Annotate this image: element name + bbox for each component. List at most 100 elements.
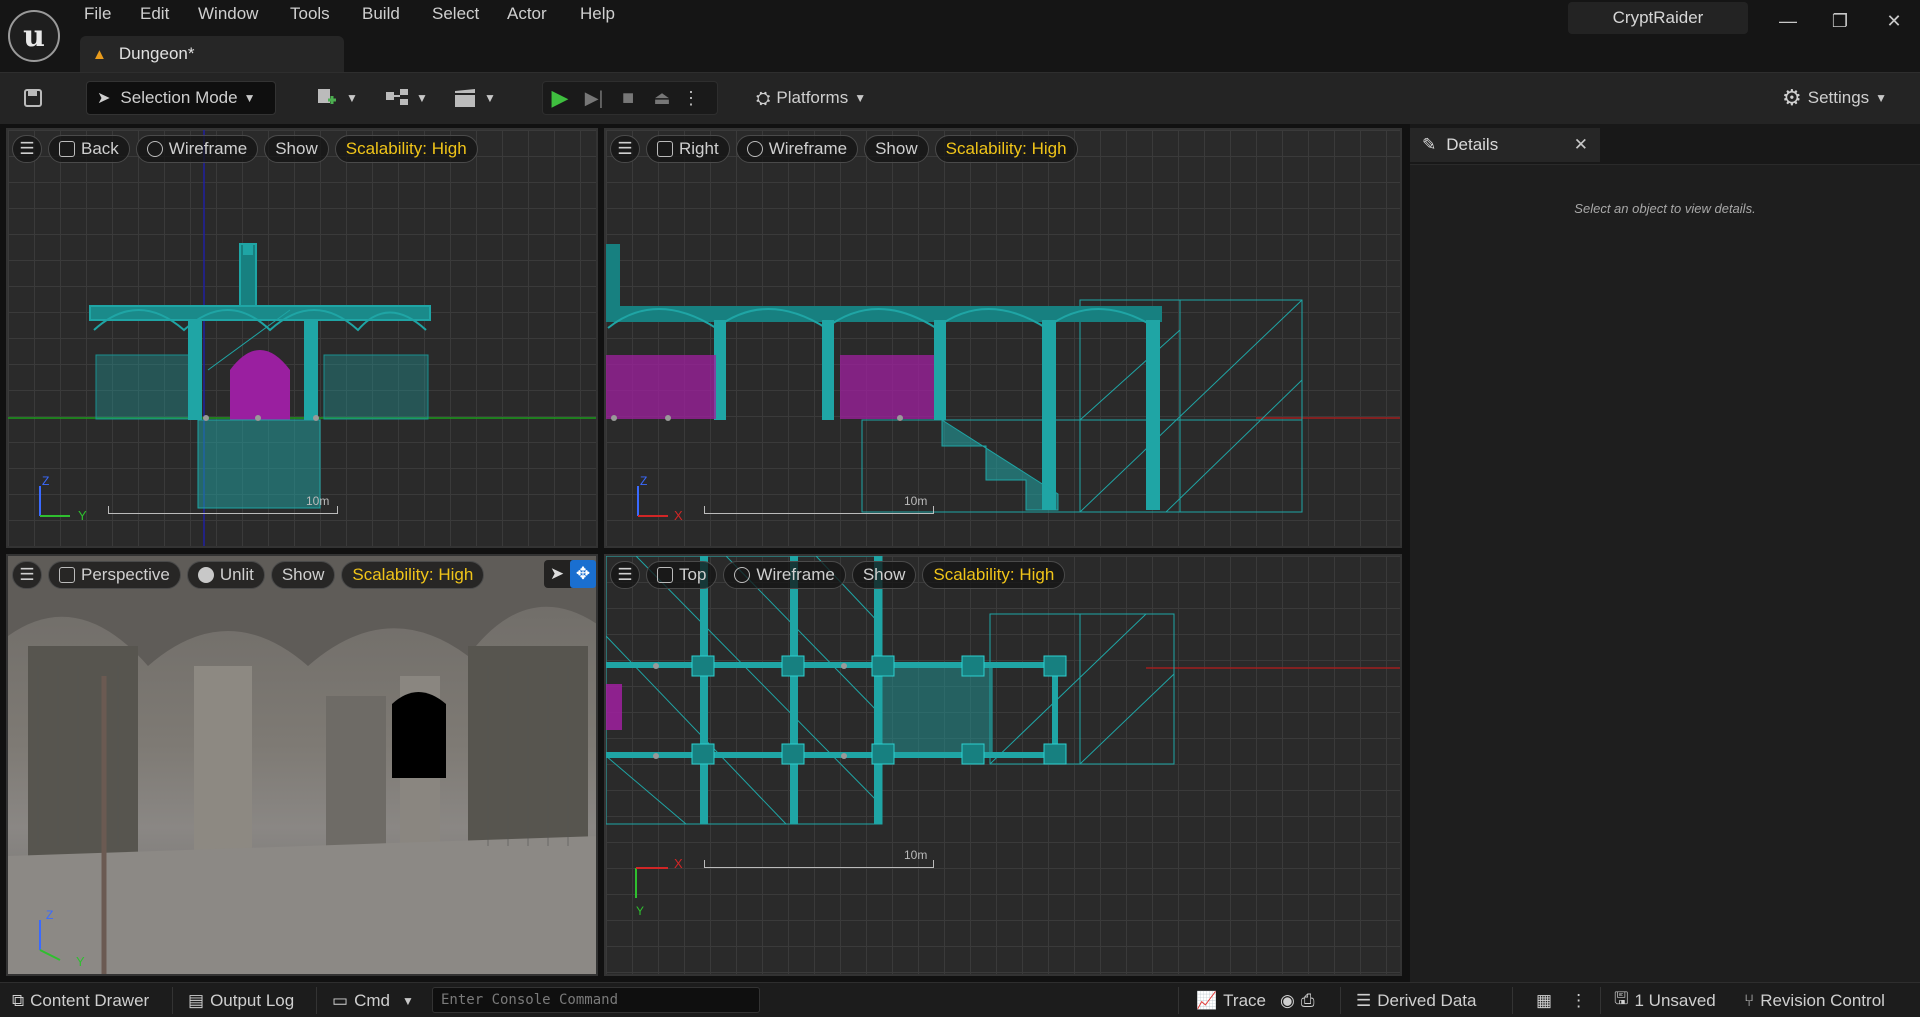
menu-file[interactable]: File	[84, 4, 111, 28]
viewport-menu-button[interactable]: ☰	[12, 561, 42, 589]
derived-data-button[interactable]: ☰ Derived Data	[1356, 985, 1476, 1016]
viewport-menu-button[interactable]: ☰	[610, 135, 640, 163]
view-type-label: Right	[679, 139, 719, 158]
add-actor-icon	[318, 89, 336, 104]
more-options-icon[interactable]: ⋮	[1570, 991, 1587, 1011]
cube-icon	[59, 567, 75, 583]
scalability-button[interactable]: Scalability: High	[934, 135, 1078, 163]
wireframe-icon	[746, 141, 763, 157]
unlit-icon	[197, 567, 214, 583]
grid-icon[interactable]: ▦	[1536, 991, 1552, 1011]
platforms-button[interactable]: ⛭ Platforms ▼	[756, 81, 886, 115]
axis-y-label: Y	[78, 508, 87, 523]
details-panel: ✎ Details ✕ Select an object to view det…	[1410, 124, 1920, 982]
back-view-drawing	[8, 130, 596, 546]
step-icon[interactable]: ▶|	[577, 88, 611, 109]
document-tab[interactable]: ▲ Dungeon*	[80, 36, 344, 72]
menu-select[interactable]: Select	[432, 4, 479, 28]
move-tool-icon[interactable]: ✥	[570, 560, 596, 588]
restore-button[interactable]: ❐	[1818, 6, 1862, 36]
divider	[316, 987, 317, 1014]
show-button[interactable]: Show	[270, 561, 336, 589]
view-type-button[interactable]: Back	[48, 135, 130, 163]
menu-edit[interactable]: Edit	[140, 4, 169, 28]
chevron-down-icon: ▼	[346, 91, 358, 105]
menu-help[interactable]: Help	[580, 4, 615, 28]
title-bar: u File Edit Window Tools Build Select Ac…	[0, 0, 1920, 72]
select-tool-icon[interactable]: ➤	[544, 560, 570, 588]
project-name[interactable]: CryptRaider	[1568, 2, 1748, 34]
unsaved-button[interactable]: 🖫 1 Unsaved	[1614, 985, 1716, 1016]
viewport-right[interactable]: ☰ Right Wireframe Show Scalability: High…	[604, 128, 1402, 548]
menu-tools[interactable]: Tools	[290, 4, 330, 28]
source-control-icons: ▦ ⋮	[1536, 985, 1587, 1016]
show-button[interactable]: Show	[851, 561, 917, 589]
unreal-logo[interactable]: u	[8, 10, 60, 62]
viewport-menu-button[interactable]: ☰	[610, 561, 640, 589]
view-mode-button[interactable]: Unlit	[186, 561, 265, 589]
scalability-button[interactable]: Scalability: High	[334, 135, 478, 163]
menu-actor[interactable]: Actor	[507, 4, 547, 28]
show-button[interactable]: Show	[264, 135, 329, 163]
settings-button[interactable]: ⚙ Settings ▼	[1782, 81, 1902, 115]
warning-icon: ▲	[92, 45, 107, 63]
transform-tools: ➤ ✥	[544, 560, 596, 588]
minimize-button[interactable]: —	[1766, 6, 1810, 36]
blueprint-button[interactable]: ▼	[384, 81, 432, 115]
viewport-top[interactable]: ☰ Top Wireframe Show Scalability: High X…	[604, 554, 1402, 976]
stop-icon[interactable]: ■	[611, 87, 645, 110]
trace-button[interactable]: 📈 Trace	[1196, 985, 1266, 1016]
save-icon[interactable]	[18, 81, 48, 115]
cmd-dropdown[interactable]: ▭ Cmd ▼	[332, 985, 414, 1016]
chevron-down-icon: ▼	[1875, 91, 1888, 105]
show-button[interactable]: Show	[864, 135, 929, 163]
view-back-icon	[59, 141, 75, 157]
viewport-back[interactable]: ☰ Back Wireframe Show Scalability: High …	[6, 128, 598, 548]
selection-mode-dropdown[interactable]: ➤ Selection Mode ▼	[86, 81, 276, 115]
play-icon[interactable]: ▶	[543, 85, 577, 111]
record-icon[interactable]: ◉	[1280, 991, 1295, 1011]
scale-bar	[704, 860, 934, 868]
divider	[172, 987, 173, 1014]
camera-icon[interactable]: ⎙	[1301, 991, 1315, 1011]
view-type-button[interactable]: Perspective	[48, 561, 181, 589]
add-actor-button[interactable]: ▼	[314, 81, 362, 115]
scalability-button[interactable]: Scalability: High	[341, 561, 485, 589]
axis-z-label: Z	[46, 908, 54, 922]
view-mode-button[interactable]: Wireframe	[735, 135, 859, 163]
unsaved-label: 1 Unsaved	[1634, 990, 1716, 1010]
console-input[interactable]: Enter Console Command	[432, 987, 760, 1013]
menu-build[interactable]: Build	[362, 4, 400, 28]
content-drawer-button[interactable]: ⧉ Content Drawer	[12, 985, 149, 1016]
close-window-button[interactable]: ✕	[1872, 6, 1916, 36]
log-icon: ▤	[188, 990, 205, 1010]
view-mode-label: Unlit	[219, 565, 254, 584]
cinematics-button[interactable]: ▼	[452, 81, 502, 115]
revision-control-button[interactable]: ⑂ Revision Control	[1744, 985, 1920, 1016]
view-type-label: Back	[81, 139, 119, 158]
chevron-down-icon: ▼	[854, 91, 867, 105]
more-options-icon[interactable]: ⋮	[679, 88, 703, 109]
scale-label: 10m	[904, 848, 928, 862]
viewport-area: ☰ Back Wireframe Show Scalability: High …	[0, 124, 1410, 982]
view-right-icon	[657, 141, 673, 157]
view-type-button[interactable]: Right	[646, 135, 730, 163]
record-icons: ◉ ⎙	[1280, 985, 1314, 1016]
play-controls: ▶ ▶| ■ ⏏ ⋮	[542, 81, 718, 115]
scalability-button[interactable]: Scalability: High	[922, 561, 1066, 589]
menu-window[interactable]: Window	[198, 4, 258, 28]
gear-icon: ⚙	[1782, 85, 1802, 110]
view-mode-button[interactable]: Wireframe	[723, 561, 846, 589]
view-type-button[interactable]: Top	[646, 561, 718, 589]
viewport-menu-button[interactable]: ☰	[12, 135, 42, 163]
details-tab[interactable]: ✎ Details ✕	[1410, 128, 1600, 162]
viewport-perspective[interactable]: ☰ Perspective Unlit Show Scalability: Hi…	[6, 554, 598, 976]
output-log-button[interactable]: ▤ Output Log	[188, 985, 294, 1016]
details-hint: Select an object to view details.	[1574, 201, 1756, 216]
view-mode-button[interactable]: Wireframe	[135, 135, 259, 163]
close-icon[interactable]: ✕	[1574, 135, 1588, 155]
eject-icon[interactable]: ⏏	[645, 88, 679, 109]
logo-letter: u	[23, 18, 45, 54]
derived-data-label: Derived Data	[1377, 990, 1477, 1010]
platforms-label: Platforms	[776, 88, 849, 107]
